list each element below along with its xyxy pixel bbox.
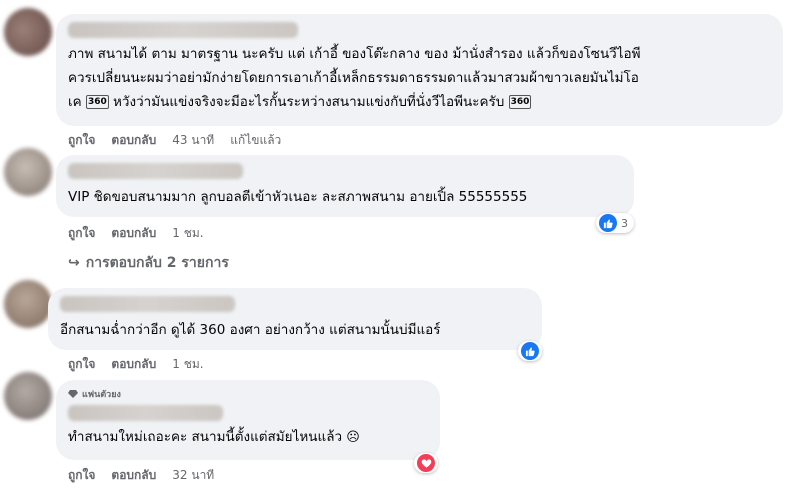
reply-action[interactable]: ตอบกลับ — [111, 466, 156, 485]
comment-actions: ถูกใจ ตอบกลับ 1 ชม. — [68, 355, 204, 374]
reply-action[interactable]: ตอบกลับ — [111, 131, 156, 150]
thumbs-up-icon — [521, 342, 539, 360]
comment-bubble: ภาพ สนามได้ ตาม มาตรฐาน นะครับ แต่ เก้าอ… — [56, 14, 783, 126]
timestamp[interactable]: 32 นาที — [172, 466, 214, 485]
reply-arrow-icon: ↪ — [68, 255, 80, 271]
like-action[interactable]: ถูกใจ — [68, 131, 95, 150]
badge-label: แฟนตัวยง — [82, 390, 121, 400]
avatar[interactable] — [4, 8, 52, 56]
commenter-name[interactable] — [60, 296, 235, 312]
commenter-name[interactable] — [68, 405, 223, 421]
comment-text: ทำสนามใหม่เถอะคะ สนามนี้ตั้งแต่สมัยไหนแล… — [68, 429, 360, 445]
timestamp[interactable]: 1 ชม. — [172, 355, 203, 374]
reply-action[interactable]: ตอบกลับ — [111, 224, 156, 243]
reaction-summary[interactable]: 3 — [596, 213, 634, 233]
top-fan-badge[interactable]: แฟนตัวยง — [68, 387, 428, 401]
avatar[interactable] — [4, 372, 52, 420]
comment-text: VIP ชิดขอบสนามมาก ลูกบอลตีเข้าหัวเนอะ ละ… — [68, 189, 528, 205]
reply-action[interactable]: ตอบกลับ — [111, 355, 156, 374]
avatar[interactable] — [4, 148, 52, 196]
comment-actions: ถูกใจ ตอบกลับ 1 ชม. — [68, 224, 204, 243]
timestamp[interactable]: 1 ชม. — [172, 224, 203, 243]
diamond-icon — [68, 390, 78, 398]
edited-label[interactable]: แก้ไขแล้ว — [230, 131, 281, 150]
like-action[interactable]: ถูกใจ — [68, 355, 95, 374]
like-action[interactable]: ถูกใจ — [68, 224, 95, 243]
reaction-count: 3 — [621, 216, 628, 230]
view-replies-link[interactable]: ↪ การตอบกลับ 2 รายการ — [68, 252, 229, 274]
like-action[interactable]: ถูกใจ — [68, 466, 95, 485]
commenter-name[interactable] — [68, 163, 243, 179]
comment-actions: ถูกใจ ตอบกลับ 43 นาที แก้ไขแล้ว — [68, 131, 281, 150]
comment-text: อีกสนามฉ่ำกว่าอีก ดูได้ 360 องศา อย่างกว… — [60, 322, 441, 338]
reaction-summary[interactable] — [414, 453, 438, 473]
avatar[interactable] — [4, 280, 52, 328]
360-emoji-icon: 360 — [85, 95, 109, 109]
timestamp[interactable]: 43 นาที — [172, 131, 214, 150]
360-emoji-icon: 360 — [508, 95, 532, 109]
sad-face-emoji-icon: ☹ — [342, 430, 360, 445]
commenter-name[interactable] — [68, 22, 298, 38]
heart-icon — [417, 454, 435, 472]
comment-bubble: อีกสนามฉ่ำกว่าอีก ดูได้ 360 องศา อย่างกว… — [48, 288, 542, 350]
comment-text: ภาพ สนามได้ ตาม มาตรฐาน นะครับ แต่ เก้าอ… — [68, 46, 641, 110]
comment-actions: ถูกใจ ตอบกลับ 32 นาที — [68, 466, 214, 485]
comment-bubble: VIP ชิดขอบสนามมาก ลูกบอลตีเข้าหัวเนอะ ละ… — [56, 155, 634, 217]
replies-label: การตอบกลับ 2 รายการ — [85, 255, 229, 271]
thumbs-up-icon — [599, 214, 617, 232]
reaction-summary[interactable] — [518, 341, 542, 361]
comment-bubble: แฟนตัวยง ทำสนามใหม่เถอะคะ สนามนี้ตั้งแต่… — [56, 380, 440, 460]
